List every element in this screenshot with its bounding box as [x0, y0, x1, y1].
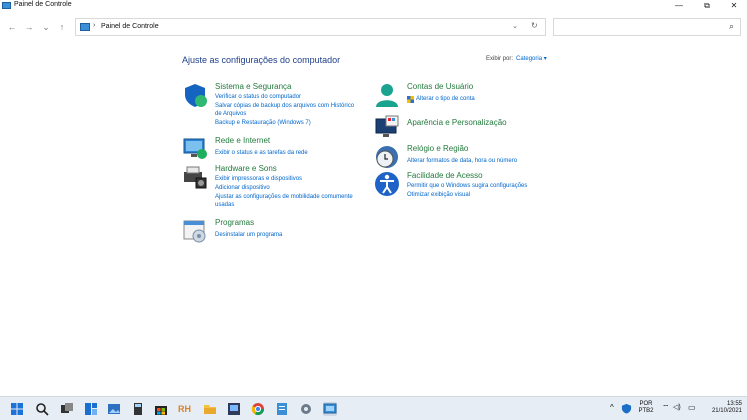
- breadcrumb-separator: ›: [93, 22, 96, 29]
- up-button[interactable]: ↑: [55, 20, 69, 34]
- category-clock-region: Relógio e Região Alterar formatos de dat…: [374, 144, 564, 170]
- programs-icon: [183, 220, 206, 243]
- language-code: POR: [639, 401, 653, 407]
- network-icon: [183, 138, 207, 159]
- window-title: Painel de Controle: [14, 1, 72, 8]
- volume-icon[interactable]: ◁): [673, 404, 681, 411]
- chrome-icon[interactable]: [251, 402, 265, 416]
- rh-app-icon[interactable]: RH: [178, 402, 192, 416]
- user-icon: [376, 84, 398, 107]
- search-icon[interactable]: [35, 402, 49, 416]
- category-link[interactable]: Alterar formatos de data, hora ou número: [407, 157, 517, 165]
- uac-shield-icon: [407, 96, 414, 103]
- category-network-internet: Rede e Internet Exibir o status e as tar…: [182, 136, 372, 162]
- battery-icon[interactable]: ▭: [688, 404, 696, 412]
- shield-icon: [185, 84, 207, 107]
- category-programs: Programas Desinstalar um programa: [182, 218, 372, 244]
- view-by-dropdown[interactable]: Categoria ▾: [516, 56, 547, 62]
- file-explorer-icon[interactable]: [203, 402, 217, 416]
- refresh-icon[interactable]: ↻: [531, 21, 538, 30]
- recent-locations-button[interactable]: ⌄: [39, 20, 53, 34]
- category-link[interactable]: de Arquivos: [215, 110, 246, 118]
- category-hardware-sound: Hardware e Sons Exibir impressoras e dis…: [182, 164, 372, 210]
- category-title[interactable]: Programas: [215, 218, 254, 227]
- category-title[interactable]: Contas de Usuário: [407, 82, 473, 91]
- calculator-icon[interactable]: [131, 402, 145, 416]
- chevron-down-icon[interactable]: ⌄: [512, 22, 518, 30]
- notepad-icon[interactable]: [275, 402, 289, 416]
- category-link[interactable]: Desinstalar um programa: [215, 231, 282, 239]
- time: 13:55: [726, 401, 742, 407]
- control-panel-icon: [2, 2, 11, 9]
- category-link[interactable]: Permitir que o Windows sugira configuraç…: [407, 182, 527, 190]
- minimize-button[interactable]: —: [664, 0, 694, 12]
- forward-button[interactable]: →: [22, 20, 36, 34]
- category-link[interactable]: Backup e Restauração (Windows 7): [215, 119, 311, 127]
- category-link[interactable]: usadas: [215, 201, 234, 209]
- wifi-icon[interactable]: ⌔: [662, 404, 670, 412]
- back-button[interactable]: ←: [5, 20, 19, 34]
- view-by-label: Exibir por:: [486, 56, 514, 62]
- category-title[interactable]: Facilidade de Acesso: [407, 171, 483, 180]
- category-link[interactable]: Adicionar dispositivo: [215, 184, 270, 192]
- accessibility-icon: [375, 172, 399, 196]
- page-title: Ajuste as configurações do computador: [182, 55, 341, 65]
- language-indicator[interactable]: POR PTB2: [637, 401, 655, 415]
- maximize-button[interactable]: ⧉: [692, 0, 722, 12]
- control-panel-icon: [80, 23, 90, 31]
- category-ease-of-access: Facilidade de Acesso Permitir que o Wind…: [374, 171, 564, 201]
- category-title[interactable]: Aparência e Personalização: [407, 118, 507, 127]
- control-panel-taskbar-icon[interactable]: [323, 402, 337, 416]
- app-icon[interactable]: [227, 402, 241, 416]
- category-link[interactable]: Ajustar as configurações de mobilidade c…: [215, 193, 353, 201]
- search-input[interactable]: ⌕: [553, 18, 741, 36]
- category-system-security: Sistema e Segurança Verificar o status d…: [182, 82, 372, 128]
- title-bar: Painel de Controle — ⧉ ✕: [0, 0, 747, 12]
- category-title[interactable]: Relógio e Região: [407, 144, 468, 153]
- search-icon: ⌕: [728, 21, 734, 31]
- defender-icon[interactable]: [621, 403, 632, 414]
- settings-icon[interactable]: [299, 402, 313, 416]
- category-title[interactable]: Sistema e Segurança: [215, 82, 292, 91]
- category-user-accounts: Contas de Usuário Alterar o tipo de cont…: [374, 82, 564, 110]
- navigation-bar: ← → ⌄ ↑ › Painel de Controle ⌄ ↻ ⌕: [0, 15, 747, 39]
- category-title[interactable]: Hardware e Sons: [215, 164, 277, 173]
- category-link[interactable]: Alterar o tipo de conta: [416, 95, 475, 103]
- category-link[interactable]: Exibir impressoras e dispositivos: [215, 175, 302, 183]
- keyboard-layout: PTB2: [638, 408, 654, 414]
- clock[interactable]: 13:55 21/10/2021: [700, 401, 742, 415]
- clock-icon: [376, 146, 398, 168]
- chevron-up-icon[interactable]: ^: [610, 404, 614, 412]
- taskbar: RH ^ POR PTB2 ⌔ ◁) ▭ 13:55 21/10/2021: [0, 396, 747, 420]
- category-link[interactable]: Salvar cópias de backup dos arquivos com…: [215, 102, 354, 110]
- category-title[interactable]: Rede e Internet: [215, 136, 270, 145]
- category-link[interactable]: Otimizar exibição visual: [407, 191, 470, 199]
- store-icon[interactable]: [154, 402, 168, 416]
- printer-icon: [184, 166, 207, 189]
- close-button[interactable]: ✕: [719, 0, 747, 12]
- category-appearance: Aparência e Personalização: [374, 114, 564, 138]
- appearance-icon: [375, 115, 399, 137]
- date: 21/10/2021: [711, 408, 742, 414]
- category-link[interactable]: Exibir o status e as tarefas da rede: [215, 149, 308, 157]
- photos-icon[interactable]: [107, 402, 121, 416]
- breadcrumb[interactable]: Painel de Controle: [101, 23, 159, 30]
- task-view-icon[interactable]: [60, 402, 74, 416]
- start-icon[interactable]: [10, 402, 24, 416]
- address-bar[interactable]: › Painel de Controle ⌄ ↻: [75, 18, 546, 36]
- category-link[interactable]: Verificar o status do computador: [215, 93, 301, 101]
- view-by: Exibir por: Categoria ▾: [486, 55, 547, 62]
- widgets-icon[interactable]: [84, 402, 98, 416]
